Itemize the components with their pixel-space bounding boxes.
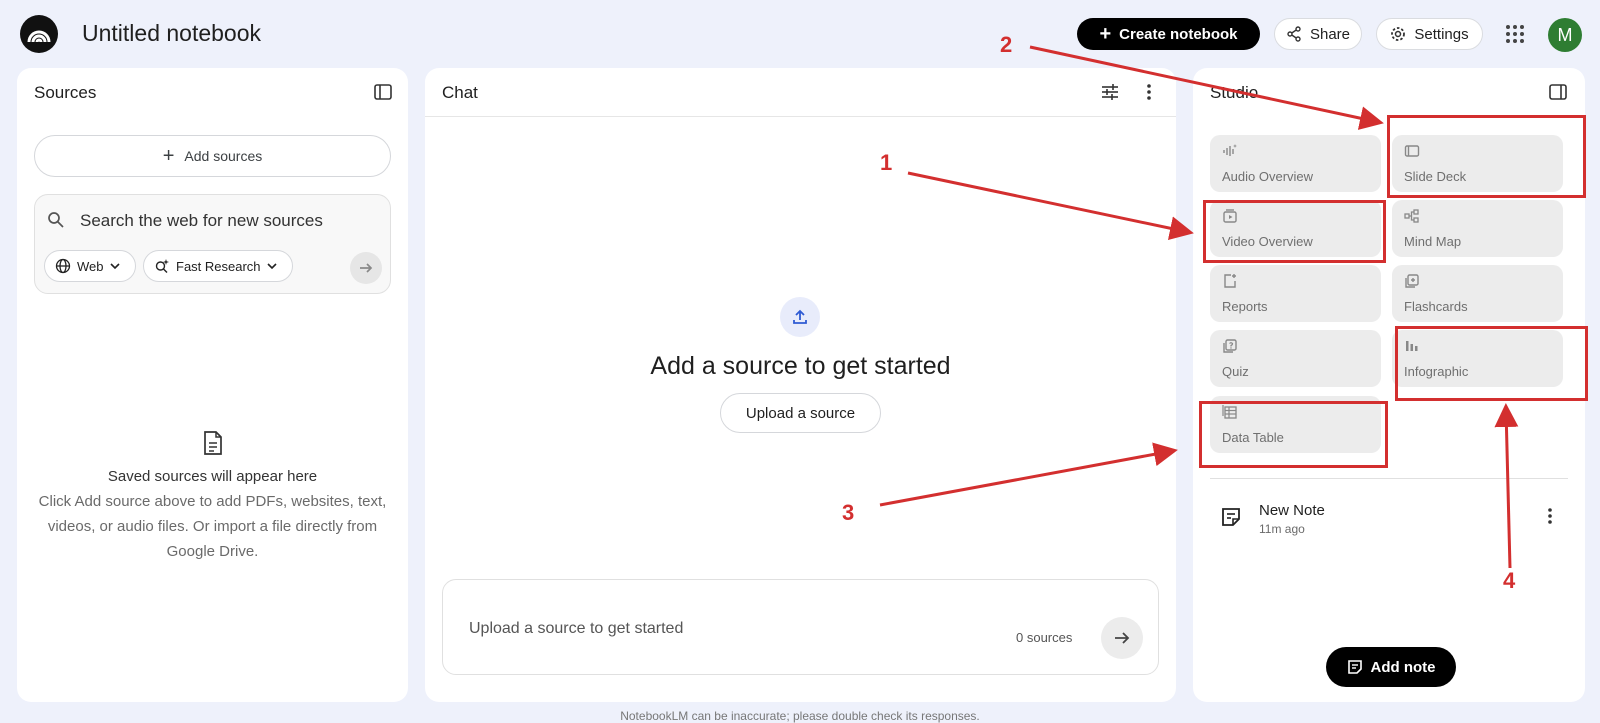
tile-label: Reports [1222,299,1268,314]
tile-label: Quiz [1222,364,1249,379]
tile-label: Infographic [1404,364,1469,379]
web-search-box: Web Fast Research [34,194,391,294]
note-timestamp: 11m ago [1259,522,1305,536]
share-label: Share [1309,25,1351,43]
tile-quiz[interactable]: Quiz [1210,330,1381,387]
fast-research-label: Fast Research [176,258,261,274]
chevron-down-icon [266,263,277,270]
tile-audio-overview[interactable]: Audio Overview [1210,135,1381,192]
send-button[interactable] [1101,617,1143,659]
tile-video-overview[interactable]: Video Overview [1210,200,1381,257]
document-icon [203,431,222,455]
share-icon [1287,26,1301,42]
arrow-right-icon [1115,632,1130,644]
add-note-label: Add note [1370,658,1436,676]
add-note-button[interactable]: Add note [1326,647,1456,687]
table-icon [1222,405,1237,419]
plus-icon: + [162,145,175,167]
studio-title: Studio [1210,83,1259,102]
tile-label: Data Table [1222,430,1284,445]
tune-sliders-icon[interactable] [1100,82,1120,102]
plus-icon: + [1099,23,1112,45]
chat-input[interactable] [469,618,969,640]
note-title: New Note [1259,502,1325,519]
mind-map-icon [1404,209,1419,223]
avatar[interactable]: M [1548,18,1582,52]
source-count: 0 sources [1016,630,1073,645]
share-button[interactable]: Share [1274,18,1362,50]
chevron-down-icon [109,263,120,270]
create-notebook-label: Create notebook [1119,25,1238,43]
disclaimer: NotebookLM can be inaccurate; please dou… [620,709,980,723]
chat-input-box: 0 sources [442,579,1159,675]
bar-chart-icon [1406,341,1418,351]
upload-source-button[interactable]: Upload a source [720,393,881,433]
sources-empty-state: Saved sources will appear here Click Add… [17,431,408,564]
add-sources-label: Add sources [184,148,263,164]
studio-panel: Studio Audio Overview Slide Deck Video O… [1193,68,1585,702]
notebook-title[interactable]: Untitled notebook [82,20,261,47]
note-item[interactable]: New Note 11m ago [1210,496,1568,546]
search-submit-button[interactable] [350,252,382,284]
more-vert-icon[interactable] [1139,82,1159,102]
chat-panel: Chat Add a source to get started Upload … [425,68,1176,702]
chat-header-divider [425,116,1176,117]
web-source-dropdown[interactable]: Web [44,250,136,282]
apps-grid-icon[interactable] [1503,22,1527,46]
more-vert-icon[interactable] [1540,506,1560,526]
tile-reports[interactable]: Reports [1210,265,1381,322]
web-chip-label: Web [77,258,104,274]
flashcards-icon [1405,274,1419,288]
tile-label: Audio Overview [1222,169,1314,184]
note-icon [1347,660,1362,674]
notebooklm-logo-icon[interactable] [20,15,58,53]
sparkle-search-icon [155,259,169,273]
chat-empty-title: Add a source to get started [650,352,951,380]
tile-flashcards[interactable]: Flashcards [1392,265,1563,322]
sources-title: Sources [34,83,97,102]
settings-button[interactable]: Settings [1376,18,1483,50]
arrow-right-icon [360,263,373,273]
tile-label: Slide Deck [1404,169,1467,184]
video-icon [1223,209,1237,223]
web-search-input[interactable] [80,209,370,233]
top-bar: Untitled notebook + Create notebook Shar… [0,0,1600,66]
studio-divider [1210,478,1568,479]
upload-icon [780,297,820,337]
sources-panel: Sources + Add sources Web [17,68,408,702]
collapse-panel-icon[interactable] [1548,82,1568,102]
slides-icon [1404,145,1420,157]
gear-icon [1391,27,1406,41]
tile-label: Video Overview [1222,234,1313,249]
quiz-icon [1223,339,1237,353]
audio-wave-icon [1223,144,1237,156]
tile-slide-deck[interactable]: Slide Deck [1392,135,1563,192]
add-sources-button[interactable]: + Add sources [34,135,391,177]
globe-icon [55,258,71,274]
tile-infographic[interactable]: Infographic [1392,330,1563,387]
collapse-panel-icon[interactable] [373,82,393,102]
chat-title: Chat [442,83,478,102]
fast-research-dropdown[interactable]: Fast Research [143,250,293,282]
sources-empty-title: Saved sources will appear here [107,468,318,485]
create-notebook-button[interactable]: + Create notebook [1077,18,1260,50]
report-icon [1224,274,1236,288]
tile-data-table[interactable]: Data Table [1210,396,1381,453]
tile-label: Mind Map [1404,234,1462,249]
note-icon [1222,508,1240,526]
tile-mind-map[interactable]: Mind Map [1392,200,1563,257]
tile-label: Flashcards [1404,299,1468,314]
sources-empty-description: Click Add source above to add PDFs, webs… [38,493,387,560]
search-icon [48,212,64,228]
settings-label: Settings [1414,25,1469,43]
